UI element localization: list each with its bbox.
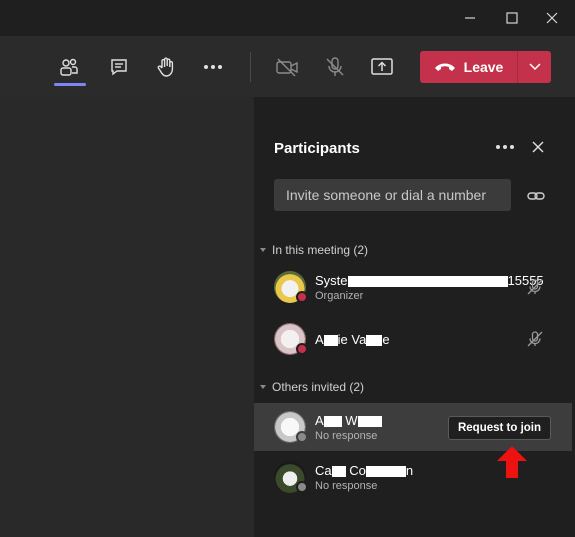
camera-off-icon[interactable] [274, 54, 300, 80]
participant-name: Ca Co n [315, 463, 414, 478]
request-to-join-button[interactable]: Request to join [448, 416, 551, 440]
redaction-block [323, 416, 342, 428]
status-badge [296, 431, 308, 443]
caret-down-icon [260, 248, 266, 252]
leave-label: Leave [463, 59, 504, 75]
panel-title: Participants [274, 140, 360, 157]
maximize-icon[interactable] [502, 8, 522, 28]
status-badge [296, 291, 308, 303]
invited-header[interactable]: Others invited (2) [260, 378, 364, 396]
up-arrow-annotation [497, 446, 527, 478]
redaction-block [365, 466, 406, 478]
mic-off-icon[interactable] [322, 54, 348, 80]
invite-placeholder: Invite someone or dial a number [286, 187, 486, 203]
participant-name: A W [315, 413, 382, 428]
panel-close-icon[interactable] [528, 137, 548, 157]
invited-row[interactable]: A W No response Request to join [254, 403, 572, 451]
share-link-icon[interactable] [525, 185, 547, 207]
redaction-block [347, 276, 508, 288]
mic-off-icon [525, 277, 545, 297]
more-options-icon[interactable] [200, 54, 226, 80]
status-badge [296, 343, 308, 355]
redaction-block [331, 466, 346, 478]
participant-status: No response [315, 430, 378, 442]
invite-input[interactable]: Invite someone or dial a number [274, 179, 511, 211]
leave-main-button[interactable]: Leave [420, 51, 517, 83]
leave-button[interactable]: Leave [420, 51, 551, 83]
toolbar-divider [250, 52, 251, 82]
leave-dropdown-button[interactable] [518, 51, 551, 83]
panel-more-icon[interactable] [494, 137, 516, 157]
caret-down-icon [260, 385, 266, 389]
redaction-block [323, 335, 338, 347]
invited-header-label: Others invited (2) [272, 380, 365, 394]
meeting-toolbar: Leave [0, 36, 575, 97]
in-meeting-header[interactable]: In this meeting (2) [260, 241, 368, 259]
title-bar [0, 0, 575, 36]
raise-hand-icon[interactable] [153, 54, 179, 80]
meeting-stage [0, 97, 254, 537]
status-badge [296, 481, 308, 493]
participant-role: Organizer [315, 290, 364, 302]
participant-name: Aie Va e [315, 332, 390, 347]
redaction-block [357, 416, 382, 428]
close-icon[interactable] [542, 8, 562, 28]
participant-row[interactable]: Syste 15555 Organizer [254, 263, 572, 311]
people-icon[interactable] [56, 54, 82, 80]
participant-name: Syste 15555 [315, 273, 544, 288]
share-screen-icon[interactable] [369, 54, 395, 80]
minimize-icon[interactable] [460, 8, 480, 28]
in-meeting-header-label: In this meeting (2) [272, 243, 369, 257]
hang-up-icon [434, 63, 455, 71]
participant-status: No response [315, 480, 378, 492]
participant-row[interactable]: Aie Va e [254, 315, 572, 363]
chevron-down-icon [528, 63, 541, 71]
mic-off-icon [525, 329, 545, 349]
redaction-block [366, 335, 383, 347]
chat-icon[interactable] [106, 54, 132, 80]
active-tab-indicator [54, 83, 86, 86]
